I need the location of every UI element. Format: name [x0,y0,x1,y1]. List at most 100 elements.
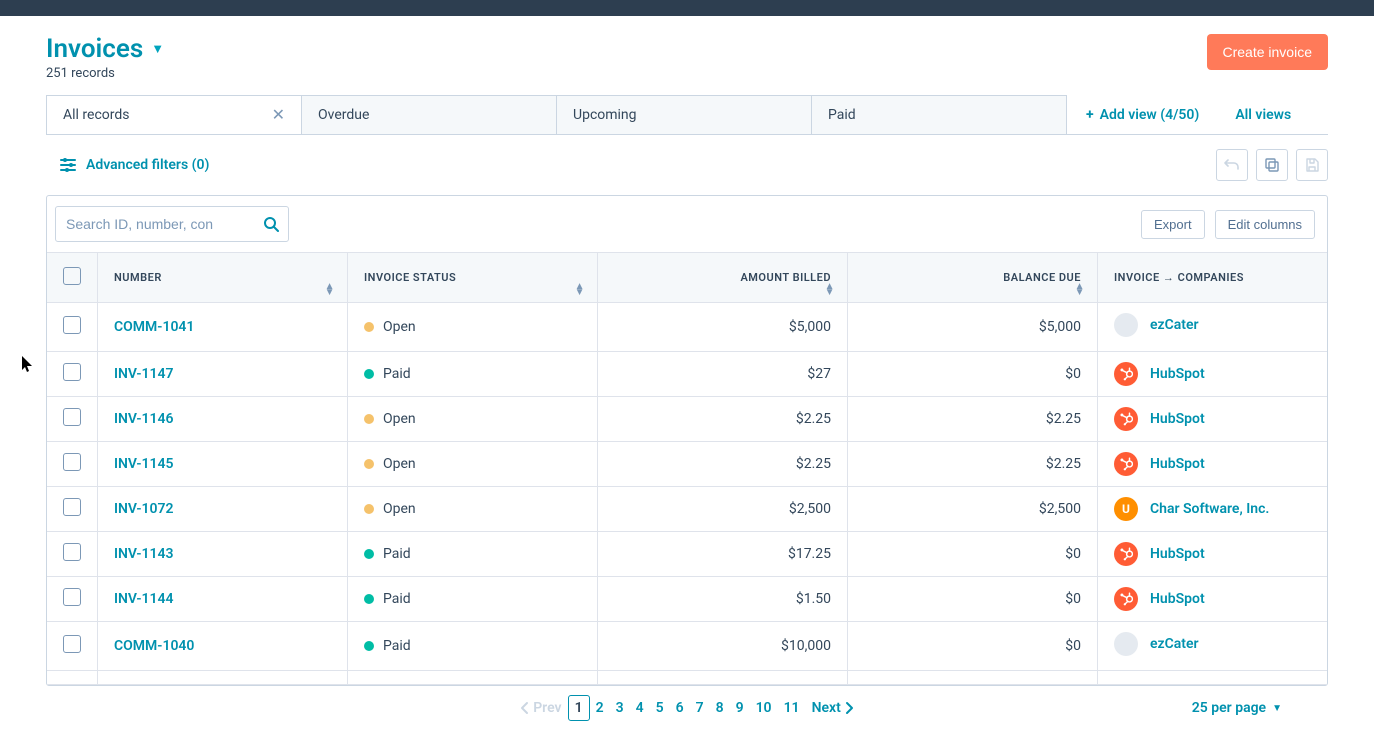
tab-label: Paid [828,107,856,123]
page-8[interactable]: 8 [710,696,730,720]
balance-due: $0 [848,532,1098,577]
tab-paid[interactable]: Paid [811,95,1067,134]
add-view-button[interactable]: +Add view (4/50) [1066,95,1219,134]
page-7[interactable]: 7 [690,696,710,720]
invoice-number-link[interactable]: COMM-1040 [114,638,194,654]
table-row: INV-1145Open$2.25$2.25HubSpot [47,442,1327,487]
clone-button[interactable] [1256,149,1288,181]
table-row: INV-1147 Paid $27$0 HubSpot [47,352,1327,397]
status-dot-icon [364,414,374,424]
select-all-header [47,253,98,303]
company-logo-icon [1114,313,1138,337]
all-views-button[interactable]: All views [1219,95,1307,134]
company-link[interactable]: HubSpot [1114,587,1205,611]
company-link[interactable]: HubSpot [1114,407,1205,431]
sort-icon: ▲▼ [825,284,835,296]
status-dot-icon [364,504,374,514]
page-3[interactable]: 3 [610,696,630,720]
page-11[interactable]: 11 [778,696,806,720]
row-checkbox[interactable] [63,453,81,471]
company-link[interactable]: HubSpot [1114,452,1205,476]
search-input[interactable] [55,206,289,242]
page-10[interactable]: 10 [750,696,778,720]
page-4[interactable]: 4 [630,696,650,720]
table-row: COMM-1040Paid$10,000$0ezCater [47,622,1327,671]
chevron-left-icon [519,701,529,715]
chevron-down-icon: ▼ [1272,703,1282,714]
row-checkbox[interactable] [63,588,81,606]
row-checkbox[interactable] [63,408,81,426]
invoice-number-link[interactable]: INV-1072 [114,501,173,517]
company-link[interactable]: ezCater [1114,313,1199,337]
advanced-filters-label: Advanced filters (0) [86,157,209,173]
balance-due: $2.25 [848,442,1098,487]
create-invoice-button[interactable]: Create invoice [1207,34,1329,70]
column-balance[interactable]: BALANCE DUE ▲▼ [848,253,1098,303]
company-link[interactable]: HubSpot [1114,542,1205,566]
export-button[interactable]: Export [1141,210,1205,239]
row-checkbox[interactable] [63,498,81,516]
row-checkbox[interactable] [63,363,81,381]
status-badge: Paid [364,591,411,607]
undo-button [1216,149,1248,181]
balance-due: $2.25 [848,397,1098,442]
amount-billed: $27 [598,352,848,397]
plus-icon: + [1086,107,1094,123]
close-icon[interactable]: ✕ [272,107,285,123]
page-9[interactable]: 9 [730,696,750,720]
amount-billed: $17.25 [598,532,848,577]
balance-due: $0 [848,622,1098,671]
advanced-filters-button[interactable]: Advanced filters (0) [60,157,209,173]
column-status[interactable]: INVOICE STATUS ▲▼ [348,253,598,303]
page-title-dropdown[interactable]: Invoices ▼ [46,34,164,64]
row-checkbox[interactable] [63,635,81,653]
row-checkbox[interactable] [63,316,81,334]
chevron-down-icon: ▼ [151,41,164,57]
sort-icon: ▲▼ [1075,284,1085,296]
tab-upcoming[interactable]: Upcoming [556,95,812,134]
status-dot-icon [364,549,374,559]
page-5[interactable]: 5 [650,696,670,720]
per-page-dropdown[interactable]: 25 per page ▼ [1192,700,1282,716]
table-row: INV-1144Paid$1.50$0HubSpot [47,577,1327,622]
status-badge: Paid [364,638,411,654]
tab-label: All records [63,107,130,123]
company-link[interactable]: ezCater [1114,632,1199,656]
company-logo-icon [1114,362,1138,386]
page-1[interactable]: 1 [568,695,590,721]
tab-overdue[interactable]: Overdue [301,95,557,134]
invoice-number-link[interactable]: INV-1144 [114,591,173,607]
chevron-right-icon [845,701,855,715]
row-checkbox[interactable] [63,543,81,561]
invoice-number-link[interactable]: COMM-1041 [114,319,194,335]
select-all-checkbox[interactable] [63,267,81,285]
status-badge: Paid [364,366,411,382]
pagination-next[interactable]: Next [812,700,855,716]
company-logo-icon [1114,452,1138,476]
column-billed[interactable]: AMOUNT BILLED ▲▼ [598,253,848,303]
company-link[interactable]: UChar Software, Inc. [1114,497,1269,521]
table-row: INV-1072Open$2,500$2,500UChar Software, … [47,487,1327,532]
status-dot-icon [364,594,374,604]
company-link[interactable]: HubSpot [1114,362,1205,386]
record-count: 251 records [46,66,164,81]
column-number[interactable]: NUMBER ▲▼ [98,253,348,303]
invoice-number-link[interactable]: INV-1146 [114,411,173,427]
tab-label: Overdue [318,107,369,123]
invoice-number-link[interactable]: INV-1147 [114,366,173,382]
app-topbar [0,0,1374,16]
page-2[interactable]: 2 [590,696,610,720]
status-badge: Paid [364,546,411,562]
status-dot-icon [364,641,374,651]
page-6[interactable]: 6 [670,696,690,720]
table-row: INV-1143 Paid $17.25$0 HubSpot [47,532,1327,577]
invoice-number-link[interactable]: INV-1145 [114,456,173,472]
undo-icon [1224,158,1240,172]
balance-due: $0 [848,352,1098,397]
tab-all-records[interactable]: All records ✕ [46,95,302,134]
amount-billed: $2.25 [598,397,848,442]
sort-icon: ▲▼ [575,284,585,296]
edit-columns-button[interactable]: Edit columns [1215,210,1315,239]
status-badge: Open [364,411,416,427]
invoice-number-link[interactable]: INV-1143 [114,546,173,562]
